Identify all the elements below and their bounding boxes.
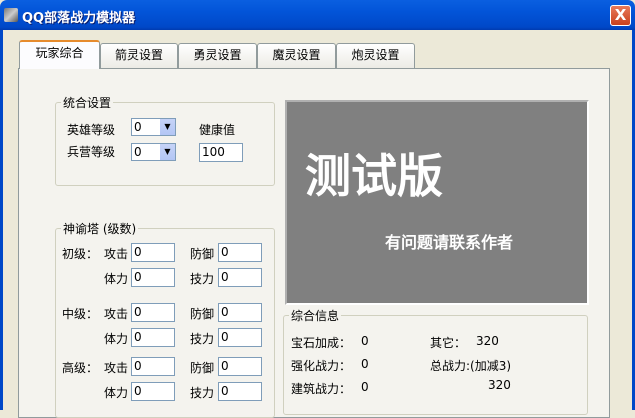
hero-level-value: 0 [134, 120, 142, 134]
enhance-label: 强化战力： [291, 359, 352, 373]
health-label: 健康值 [199, 123, 236, 137]
window-title: QQ部落战力模拟器 [22, 11, 136, 26]
app-icon [4, 8, 18, 22]
defense-input[interactable]: 0 [218, 357, 262, 376]
total-label: 总战力:(加减3) [430, 359, 512, 373]
skill-label: 技力 [190, 332, 215, 346]
barracks-level-value: 0 [134, 145, 142, 159]
attack-input[interactable]: 0 [131, 243, 175, 262]
stamina-label: 体力 [104, 332, 129, 346]
defense-input[interactable]: 0 [218, 243, 262, 262]
test-version-banner: 测试版 有问题请联系作者 [285, 100, 589, 305]
stamina-label: 体力 [104, 386, 129, 400]
info-legend: 综合信息 [289, 307, 342, 324]
gem-value: 0 [361, 334, 369, 348]
tower-legend: 神谕塔 (级数) [61, 220, 139, 237]
tab-brave-spirit[interactable]: 勇灵设置 [178, 43, 257, 68]
other-value: 320 [476, 334, 499, 348]
skill-label: 技力 [190, 272, 215, 286]
tab-cannon-spirit[interactable]: 炮灵设置 [336, 43, 415, 68]
attack-label: 攻击 [104, 247, 129, 261]
banner-title: 测试版 [305, 149, 443, 203]
close-button[interactable]: X [610, 5, 631, 26]
building-label: 建筑战力： [291, 382, 352, 396]
settings-legend: 统合设置 [61, 94, 114, 111]
tower-row-label: 初级： [62, 247, 99, 261]
defense-label: 防御 [190, 307, 215, 321]
attack-input[interactable]: 0 [131, 303, 175, 322]
defense-label: 防御 [190, 361, 215, 375]
skill-input[interactable]: 0 [218, 328, 262, 347]
stamina-input[interactable]: 0 [131, 328, 175, 347]
banner-subtitle: 有问题请联系作者 [385, 233, 514, 252]
stamina-label: 体力 [104, 272, 129, 286]
chevron-down-icon[interactable]: ▼ [159, 144, 175, 160]
skill-input[interactable]: 0 [218, 268, 262, 287]
hero-level-label: 英雄等级 [67, 123, 116, 137]
total-value: 320 [488, 378, 511, 392]
stamina-input[interactable]: 0 [131, 268, 175, 287]
building-value: 0 [361, 380, 369, 394]
barracks-level-label: 兵营等级 [67, 145, 116, 159]
gem-label: 宝石加成： [291, 336, 352, 350]
attack-label: 攻击 [104, 307, 129, 321]
chevron-down-icon[interactable]: ▼ [159, 119, 175, 135]
stamina-input[interactable]: 0 [131, 382, 175, 401]
attack-input[interactable]: 0 [131, 357, 175, 376]
attack-label: 攻击 [104, 361, 129, 375]
other-label: 其它： [430, 336, 467, 350]
defense-label: 防御 [190, 247, 215, 261]
tab-player-overview[interactable]: 玩家综合 [19, 40, 100, 69]
hero-level-select[interactable]: 0 ▼ [131, 118, 176, 136]
tab-magic-spirit[interactable]: 魔灵设置 [257, 43, 336, 68]
skill-input[interactable]: 0 [218, 382, 262, 401]
health-input[interactable]: 100 [199, 143, 243, 162]
tower-row-label: 高级： [62, 361, 99, 375]
barracks-level-select[interactable]: 0 ▼ [131, 143, 176, 161]
skill-label: 技力 [190, 386, 215, 400]
window-border-left [0, 30, 3, 410]
enhance-value: 0 [361, 357, 369, 371]
title-bar[interactable]: QQ部落战力模拟器 X [0, 0, 635, 30]
tower-row-label: 中级： [62, 307, 99, 321]
defense-input[interactable]: 0 [218, 303, 262, 322]
tab-arrow-spirit[interactable]: 箭灵设置 [100, 43, 178, 68]
